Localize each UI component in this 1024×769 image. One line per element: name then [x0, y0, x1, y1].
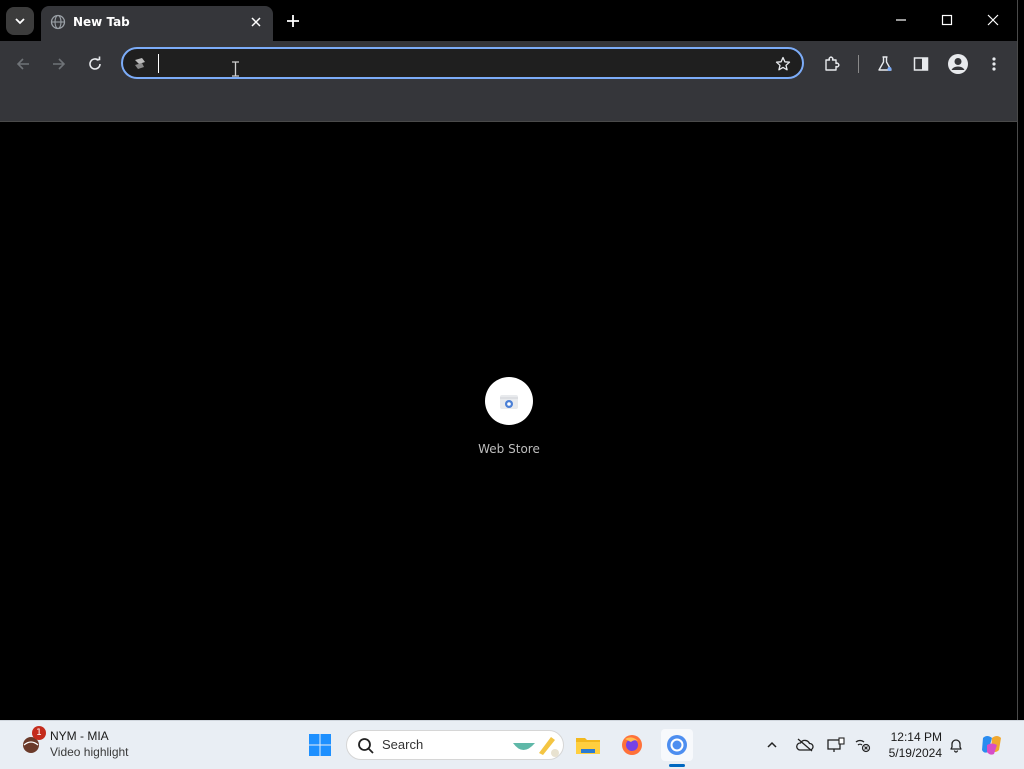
close-icon — [987, 14, 999, 26]
start-button[interactable] — [304, 729, 336, 761]
tab-strip: New Tab — [0, 0, 1017, 41]
chrome-menu-button[interactable] — [982, 52, 1006, 76]
taskbar-file-explorer[interactable] — [572, 729, 604, 761]
tab-search-button[interactable] — [6, 7, 34, 35]
reload-button[interactable] — [81, 50, 109, 78]
onedrive-button[interactable] — [795, 735, 815, 755]
taskbar-chrome[interactable] — [661, 729, 693, 761]
copilot-icon — [982, 736, 1001, 755]
address-bar[interactable] — [121, 47, 804, 79]
new-tab-button[interactable] — [282, 10, 304, 32]
display-button[interactable] — [826, 735, 846, 755]
side-panel-icon — [913, 57, 929, 71]
tab-close-button[interactable] — [247, 13, 265, 31]
search-highlight-icon — [513, 737, 559, 757]
cloud-offline-icon — [796, 738, 814, 752]
toolbar — [0, 41, 1017, 87]
close-icon — [251, 17, 261, 27]
display-icon — [827, 737, 845, 752]
arrow-right-icon — [53, 58, 66, 70]
profile-icon — [948, 54, 968, 74]
notification-badge: 1 — [32, 726, 46, 740]
chevron-down-icon — [15, 18, 25, 25]
arrow-left-icon — [16, 58, 29, 70]
maximize-button[interactable] — [932, 8, 962, 32]
minimize-icon — [896, 19, 906, 21]
shortcut-label: Web Store — [478, 442, 540, 456]
maximize-icon — [941, 14, 953, 26]
chevron-up-icon — [767, 741, 777, 748]
clock-time: 12:14 PM — [890, 730, 942, 744]
bell-icon — [950, 739, 962, 753]
widget-subtitle: Video highlight — [50, 745, 129, 759]
folder-icon — [576, 738, 600, 754]
reload-icon — [89, 56, 101, 70]
active-app-indicator — [669, 764, 685, 767]
taskbar: 1 NYM - MIA Video highlight Search 12:14… — [0, 720, 1024, 769]
web-store-icon — [500, 395, 518, 409]
text-caret — [158, 54, 159, 73]
site-info-icon — [135, 58, 145, 69]
taskbar-search[interactable]: Search — [346, 730, 564, 760]
kebab-menu-icon — [992, 57, 996, 71]
globe-icon — [50, 14, 66, 30]
tab-new-tab[interactable]: New Tab — [41, 6, 273, 41]
copilot-button[interactable] — [976, 729, 1008, 761]
clock-date: 5/19/2024 — [888, 746, 942, 760]
star-icon — [775, 56, 791, 71]
minimize-button[interactable] — [886, 8, 916, 32]
search-icon — [358, 738, 374, 754]
close-window-button[interactable] — [978, 8, 1008, 32]
address-input[interactable] — [157, 53, 761, 75]
taskbar-firefox[interactable] — [616, 729, 648, 761]
tab-title: New Tab — [73, 15, 130, 29]
bookmarks-bar — [0, 87, 1017, 122]
shortcut-tile — [485, 377, 533, 425]
puzzle-icon — [825, 56, 840, 71]
shortcut-web-store[interactable]: Web Store — [469, 377, 549, 467]
windows-icon — [309, 734, 331, 756]
show-hidden-icons-button[interactable] — [762, 735, 782, 755]
browser-window: New Tab Web Store — [0, 0, 1018, 720]
flask-icon — [878, 56, 892, 71]
system-clock[interactable]: 12:14 PM 5/19/2024 — [880, 729, 942, 761]
plus-icon — [287, 15, 299, 27]
bookmark-button[interactable] — [773, 54, 793, 74]
new-tab-page: Web Store — [0, 122, 1017, 720]
notifications-button[interactable] — [946, 735, 966, 755]
text-cursor-icon — [232, 61, 239, 77]
forward-button[interactable] — [45, 50, 73, 78]
profile-button[interactable] — [946, 52, 970, 76]
firefox-icon — [622, 735, 642, 755]
labs-button[interactable] — [873, 52, 897, 76]
chrome-icon — [667, 735, 687, 755]
toolbar-separator — [858, 55, 859, 73]
widget-title: NYM - MIA — [50, 729, 109, 743]
network-icon — [855, 739, 871, 753]
side-panel-button[interactable] — [909, 52, 933, 76]
search-label: Search — [382, 737, 424, 752]
back-button[interactable] — [9, 50, 37, 78]
extensions-button[interactable] — [820, 52, 844, 76]
network-volume-button[interactable] — [852, 735, 872, 755]
widgets-button[interactable]: 1 NYM - MIA Video highlight — [20, 726, 160, 764]
